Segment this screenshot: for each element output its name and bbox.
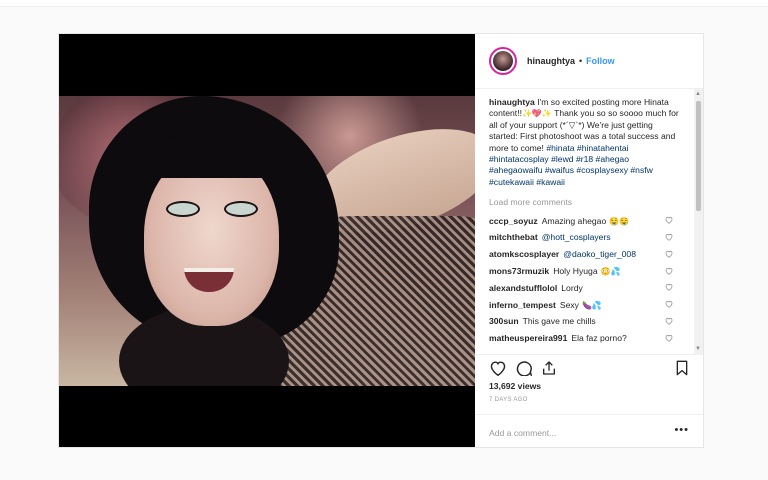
- browser-top-bar: [0, 0, 768, 7]
- comment-text: Ela faz porno?: [571, 333, 626, 343]
- comment-emoji: 😳💦: [600, 267, 621, 277]
- comment-username[interactable]: cccp_soyuz: [489, 216, 538, 226]
- comment-mention[interactable]: @hott_cosplayers: [542, 232, 611, 242]
- follow-button[interactable]: Follow: [586, 56, 615, 66]
- comment-body: This gave me chills: [522, 316, 596, 327]
- username[interactable]: hinaughtya: [527, 56, 575, 66]
- comment-like-heart-icon[interactable]: [665, 216, 673, 225]
- comment-row: atomkscosplayer @daoko_tiger_008: [489, 246, 689, 263]
- comment-row: matheuspereira991 Ela faz porno?: [489, 330, 689, 347]
- heart-icon[interactable]: [489, 360, 507, 381]
- bookmark-icon[interactable]: [675, 360, 689, 381]
- photo-eye: [166, 201, 200, 217]
- comment-text: Lordy: [561, 283, 583, 293]
- comment-username[interactable]: mons73rmuzik: [489, 266, 549, 276]
- photo-eye: [224, 201, 258, 217]
- comment-like-heart-icon[interactable]: [665, 317, 673, 325]
- separator-dot: •: [579, 56, 583, 66]
- comment-input[interactable]: Add a comment...: [489, 428, 556, 438]
- comment-username[interactable]: mitchthebat: [489, 232, 538, 242]
- comment-like-heart-icon[interactable]: [665, 334, 673, 342]
- avatar-image: [493, 51, 513, 71]
- scroll-up-arrow-icon[interactable]: ▲: [695, 91, 701, 97]
- comment-like-heart-icon[interactable]: [665, 283, 673, 292]
- comments-scrollbar[interactable]: ▲ ▼: [694, 89, 703, 354]
- post-timestamp[interactable]: 7 DAYS AGO: [489, 397, 528, 403]
- post-actions: [475, 354, 703, 380]
- comment-icon[interactable]: [515, 360, 533, 381]
- comment-row: 300sun This gave me chills: [489, 313, 689, 330]
- comment-username[interactable]: alexandstufflolol: [489, 283, 557, 293]
- comment-text: @daoko_tiger_008: [563, 249, 636, 259]
- comment-username[interactable]: matheuspereira991: [489, 333, 567, 343]
- comment-emoji: 🤤🤤: [609, 216, 630, 226]
- comment-text: Amazing ahegao 🤤🤤: [542, 216, 629, 226]
- comment-row: mons73rmuzik Holy Hyuga 😳💦: [489, 263, 689, 280]
- post-caption: hinaughtya I'm so excited posting more H…: [489, 97, 689, 188]
- comment-like-heart-icon[interactable]: [665, 250, 673, 258]
- comment-body: Amazing ahegao: [541, 215, 607, 226]
- comment-row: mitchthebat @hott_cosplayers: [489, 229, 689, 246]
- comment-row: alexandstufflolol Lordy: [489, 279, 689, 296]
- comments-section[interactable]: hinaughtya I'm so excited posting more H…: [475, 89, 703, 354]
- comment-text: @hott_cosplayers: [542, 232, 611, 242]
- comment-body: Holy Hyuga: [553, 266, 598, 277]
- avatar[interactable]: [489, 47, 517, 75]
- scrollbar-thumb[interactable]: [696, 101, 701, 211]
- comment-like-heart-icon[interactable]: [665, 300, 673, 309]
- comment-username[interactable]: inferno_tempest: [489, 300, 556, 310]
- post-sidebar: hinaughtya • Follow hinaughtya I'm so ex…: [475, 34, 703, 447]
- photo-bangs: [141, 136, 283, 178]
- comment-like-heart-icon[interactable]: [665, 267, 673, 275]
- comment-text: Holy Hyuga 😳💦: [553, 266, 620, 276]
- comment-body: Sexy: [559, 299, 579, 310]
- comment-list: cccp_soyuz Amazing ahegao 🤤🤤 mitchthebat @ho…: [489, 212, 689, 346]
- comment-emoji: 🍆💦: [581, 300, 602, 310]
- comment-row: cccp_soyuz Amazing ahegao 🤤🤤: [489, 212, 689, 229]
- comment-like-heart-icon[interactable]: [665, 233, 673, 241]
- post-header: hinaughtya • Follow: [475, 34, 703, 89]
- comment-username[interactable]: atomkscosplayer: [489, 249, 559, 259]
- scroll-down-arrow-icon[interactable]: ▼: [695, 346, 701, 352]
- comment-body: Lordy: [561, 282, 583, 293]
- caption-username[interactable]: hinaughtya: [489, 97, 535, 107]
- comment-row: inferno_tempest Sexy 🍆💦: [489, 296, 689, 313]
- post-photo[interactable]: [59, 96, 475, 386]
- comment-body: Ela faz porno?: [571, 333, 627, 344]
- post-card: hinaughtya • Follow hinaughtya I'm so ex…: [58, 33, 704, 448]
- share-icon[interactable]: [541, 360, 557, 381]
- more-options-icon[interactable]: •••: [674, 424, 689, 436]
- caption-emoji: ✨💖✨: [521, 109, 552, 119]
- comment-text: Sexy 🍆💦: [560, 300, 602, 310]
- comment-text: This gave me chills: [523, 316, 596, 326]
- add-comment-bar: Add a comment... •••: [475, 414, 703, 447]
- load-more-comments-button[interactable]: Load more comments: [489, 197, 689, 207]
- comment-mention[interactable]: @daoko_tiger_008: [563, 249, 636, 259]
- post-media[interactable]: [59, 34, 475, 447]
- view-count[interactable]: 13,692 views: [489, 381, 541, 391]
- comment-username[interactable]: 300sun: [489, 316, 519, 326]
